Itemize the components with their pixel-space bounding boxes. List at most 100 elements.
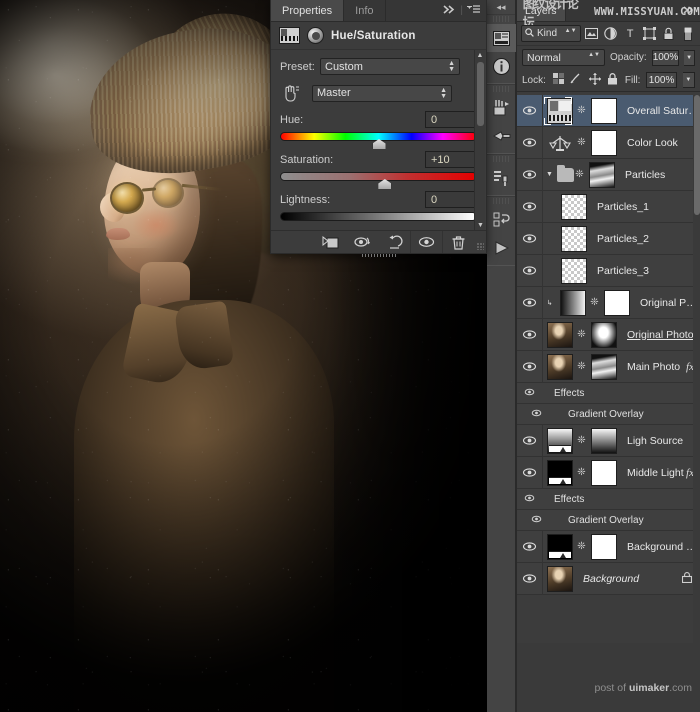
filter-adjustment-icon[interactable]	[603, 25, 619, 43]
layer-mask-thumbnail[interactable]	[591, 130, 617, 156]
dock-grip[interactable]	[493, 156, 509, 162]
fill-value-field[interactable]: 100%	[646, 72, 676, 88]
layer-visibility-icon[interactable]	[517, 95, 542, 127]
list-item[interactable]: Gradient Overlay	[517, 404, 700, 425]
saturation-slider-track[interactable]	[280, 172, 477, 181]
layer-name[interactable]: Overall Saturation	[620, 105, 700, 117]
dock-adjustments[interactable]	[487, 94, 516, 122]
reset-button[interactable]	[378, 231, 410, 253]
toggle-visibility-button[interactable]	[410, 231, 442, 253]
layer-thumbnail[interactable]	[547, 354, 573, 380]
filter-shape-icon[interactable]	[641, 25, 657, 43]
link-mask-icon[interactable]: ❊	[576, 329, 587, 340]
layer-thumbnail[interactable]	[547, 534, 573, 560]
list-item[interactable]: Effects	[517, 383, 700, 404]
dock-properties[interactable]	[487, 24, 516, 52]
tab-properties[interactable]: Properties	[271, 0, 344, 21]
dock-actions[interactable]	[487, 206, 516, 234]
layer-thumbnail[interactable]	[561, 258, 587, 284]
layer-mask-thumbnail[interactable]	[589, 162, 615, 188]
layer-name[interactable]: Particles_3	[590, 265, 700, 277]
table-row[interactable]: ❊ Background Color	[517, 531, 700, 563]
double-chevron-right-icon[interactable]	[443, 5, 456, 17]
dock-info[interactable]	[487, 52, 516, 80]
dock-history[interactable]	[487, 164, 516, 192]
layer-list[interactable]: ❊ Overall Saturation ❊ Color Look	[517, 95, 700, 712]
effects-visibility-icon[interactable]	[517, 388, 542, 398]
layer-visibility-icon[interactable]	[517, 563, 542, 595]
layer-name[interactable]: Particles_1	[590, 201, 700, 213]
tab-layers[interactable]: Layers	[517, 0, 566, 21]
layer-thumbnail[interactable]	[560, 290, 586, 316]
layer-thumbnail[interactable]	[547, 130, 573, 156]
group-expand-triangle-icon[interactable]: ▼	[543, 171, 556, 178]
tab-info[interactable]: Info	[344, 0, 385, 21]
layer-visibility-icon[interactable]	[517, 191, 542, 223]
layer-name[interactable]: Color Look	[620, 137, 700, 149]
layers-scrollbar[interactable]	[693, 95, 700, 712]
link-mask-icon[interactable]: ❊	[576, 435, 587, 446]
table-row[interactable]: ❊ Overall Saturation	[517, 95, 700, 127]
layer-name[interactable]: Background	[576, 573, 682, 585]
link-mask-icon[interactable]: ❊	[576, 105, 587, 116]
link-mask-icon[interactable]: ❊	[576, 541, 587, 552]
layer-name[interactable]: Original Photo	[620, 329, 700, 341]
layer-name[interactable]: Middle Light	[620, 467, 686, 479]
layer-visibility-icon[interactable]	[517, 425, 542, 457]
layer-mask-thumbnail[interactable]	[591, 428, 617, 454]
layer-name[interactable]: Ligh Source	[620, 435, 700, 447]
layer-mask-thumbnail[interactable]	[591, 98, 617, 124]
panel-menu-icon[interactable]	[467, 5, 480, 17]
lightness-value-field[interactable]: 0	[425, 191, 477, 208]
scroll-up-arrow-icon[interactable]: ▲	[475, 50, 485, 61]
panel-resize-grip[interactable]	[474, 231, 486, 253]
table-row[interactable]: Particles_1	[517, 191, 700, 223]
layer-visibility-icon[interactable]	[517, 457, 542, 489]
layer-visibility-icon[interactable]	[517, 223, 542, 255]
dock-styles[interactable]	[487, 122, 516, 150]
scrollbar-thumb[interactable]	[694, 95, 700, 215]
table-row[interactable]: ❊ Middle Light fx	[517, 457, 700, 489]
layer-name[interactable]: Original Pho...	[633, 297, 700, 309]
layer-thumbnail[interactable]	[547, 428, 573, 454]
layer-thumbnail[interactable]	[547, 460, 573, 486]
table-row[interactable]: Background	[517, 563, 700, 595]
lightness-slider-track[interactable]	[280, 212, 477, 221]
blend-mode-select[interactable]: Normal ▲▼	[522, 49, 605, 66]
clip-to-layer-button[interactable]	[314, 231, 346, 253]
lock-position-icon[interactable]	[588, 73, 600, 88]
dock-grip[interactable]	[493, 16, 509, 22]
view-previous-state-button[interactable]	[346, 231, 378, 253]
lock-transparent-pixels-icon[interactable]	[552, 73, 564, 87]
effect-visibility-icon[interactable]	[517, 409, 542, 419]
layer-visibility-icon[interactable]	[517, 351, 542, 383]
lock-all-icon[interactable]	[607, 73, 619, 88]
filter-smart-object-icon[interactable]	[661, 25, 677, 43]
layer-name[interactable]: Main Photo	[620, 361, 686, 373]
link-mask-icon[interactable]: ❊	[576, 467, 587, 478]
effect-visibility-icon[interactable]	[517, 515, 542, 525]
hue-slider-track[interactable]	[280, 132, 477, 141]
layer-thumbnail[interactable]	[547, 98, 573, 124]
layer-visibility-icon[interactable]	[517, 127, 542, 159]
double-chevron-right-icon[interactable]	[683, 6, 695, 16]
layer-visibility-icon[interactable]	[517, 319, 542, 351]
panel-drag-grip[interactable]	[271, 253, 486, 257]
layer-visibility-icon[interactable]	[517, 255, 542, 287]
layer-visibility-icon[interactable]	[517, 159, 542, 191]
list-item[interactable]: Effects	[517, 489, 700, 510]
table-row[interactable]: ❊ Original Photo	[517, 319, 700, 351]
table-row[interactable]: ❊ Ligh Source	[517, 425, 700, 457]
lock-image-pixels-icon[interactable]	[570, 73, 582, 87]
link-mask-icon[interactable]: ❊	[574, 169, 585, 180]
channel-select[interactable]: Master ▲▼	[312, 85, 452, 102]
hue-slider-thumb[interactable]	[373, 139, 386, 149]
dock-grip[interactable]	[493, 198, 509, 204]
layer-mask-thumbnail[interactable]	[591, 354, 617, 380]
opacity-dropdown-arrow-icon[interactable]: ▼	[684, 50, 695, 66]
dock-grip[interactable]	[493, 86, 509, 92]
delete-adjustment-button[interactable]	[442, 231, 474, 253]
filter-type-icon[interactable]: T	[622, 25, 638, 43]
table-row[interactable]: ▼ ❊ Particles	[517, 159, 700, 191]
effects-visibility-icon[interactable]	[517, 494, 542, 504]
